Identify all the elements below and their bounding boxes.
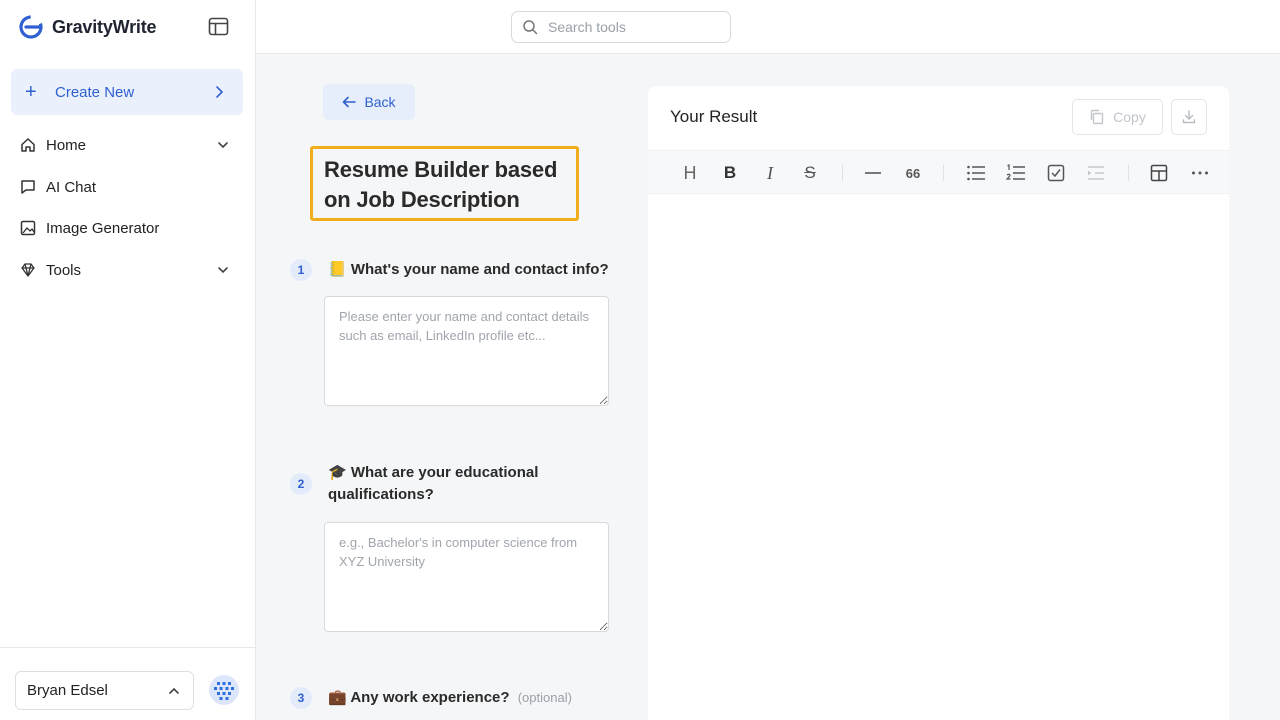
chevron-right-icon xyxy=(216,86,224,98)
strikethrough-button[interactable]: S xyxy=(798,161,822,185)
toolbar-divider xyxy=(842,165,843,181)
task-list-button[interactable] xyxy=(1044,161,1068,185)
avatar[interactable] xyxy=(209,675,239,705)
heading-button[interactable]: H xyxy=(678,161,702,185)
chevron-down-icon[interactable] xyxy=(216,138,230,152)
question-text: What are your educational qualifications… xyxy=(328,464,539,503)
quote-button[interactable]: 66 xyxy=(901,161,925,185)
sidebar-item-home[interactable]: Home xyxy=(20,130,236,160)
user-menu-button[interactable]: Bryan Edsel xyxy=(15,671,194,710)
horizontal-rule-button[interactable] xyxy=(861,161,885,185)
checkbox-icon xyxy=(1047,164,1065,182)
image-icon xyxy=(20,220,36,236)
editor-toolbar: H B I S 66 xyxy=(648,150,1229,194)
chevron-down-icon[interactable] xyxy=(216,263,230,277)
indent-icon xyxy=(1088,166,1104,180)
back-button[interactable]: Back xyxy=(323,84,415,120)
chevron-up-icon xyxy=(169,687,179,694)
bullet-list-button[interactable] xyxy=(964,161,988,185)
optional-label: (optional) xyxy=(517,690,572,705)
home-icon xyxy=(21,138,35,152)
chat-icon xyxy=(21,180,35,194)
page-title: Resume Builder based on Job Description xyxy=(310,146,579,221)
sidebar-toggle-icon[interactable] xyxy=(208,17,229,36)
back-label: Back xyxy=(364,94,396,110)
more-icon xyxy=(1192,171,1208,175)
contact-info-field[interactable] xyxy=(324,296,609,406)
notebook-icon: 📒 xyxy=(328,261,347,278)
result-title: Your Result xyxy=(670,107,758,126)
italic-button[interactable]: I xyxy=(758,161,782,185)
user-name: Bryan Edsel xyxy=(27,682,108,699)
step-number-badge: 1 xyxy=(290,259,312,281)
sidebar-item-label: Home xyxy=(46,136,87,154)
result-panel: Your Result Copy H B I S 66 xyxy=(648,86,1229,720)
sidebar-item-label: Tools xyxy=(46,261,82,279)
copy-button[interactable]: Copy xyxy=(1072,99,1163,135)
download-icon xyxy=(1182,110,1196,124)
question-label: 🎓 What are your educational qualificatio… xyxy=(328,462,588,506)
sidebar-divider xyxy=(0,647,256,648)
education-field[interactable] xyxy=(324,522,609,632)
table-icon xyxy=(1150,164,1168,182)
question-label: 📒 What's your name and contact info? xyxy=(328,259,618,281)
ordered-list-icon xyxy=(1006,164,1025,180)
top-bar xyxy=(256,0,1280,54)
gravitywrite-logo-icon xyxy=(19,15,43,39)
bold-button[interactable]: B xyxy=(718,161,742,185)
download-button[interactable] xyxy=(1171,99,1207,135)
arrow-left-icon xyxy=(343,96,357,108)
question-label: 💼 Any work experience? (optional) xyxy=(328,687,618,709)
create-new-label: Create New xyxy=(55,83,135,101)
brand-name: GravityWrite xyxy=(52,16,157,37)
brand-logo[interactable]: GravityWrite xyxy=(18,14,157,40)
search-icon xyxy=(523,20,538,35)
copy-label: Copy xyxy=(1113,109,1146,125)
copy-icon xyxy=(1090,109,1104,125)
sidebar-item-label: Image Generator xyxy=(46,219,160,237)
sidebar-item-ai-chat[interactable]: AI Chat xyxy=(20,172,236,202)
briefcase-icon: 💼 xyxy=(328,689,347,706)
table-button[interactable] xyxy=(1147,161,1171,185)
sidebar-item-label: AI Chat xyxy=(46,178,97,196)
search-input[interactable] xyxy=(548,19,708,35)
more-options-button[interactable] xyxy=(1188,161,1212,185)
sidebar-item-image-generator[interactable]: Image Generator xyxy=(20,213,236,243)
question-text: Any work experience? xyxy=(350,689,510,706)
step-number-badge: 3 xyxy=(290,687,312,709)
graduation-cap-icon: 🎓 xyxy=(328,464,347,481)
plus-icon: + xyxy=(25,81,37,103)
gem-icon xyxy=(21,263,35,277)
create-new-button[interactable]: + Create New xyxy=(11,69,243,115)
toolbar-divider xyxy=(943,165,944,181)
toolbar-divider xyxy=(1128,165,1129,181)
sidebar: GravityWrite + Create New Home AI Chat I… xyxy=(0,0,256,720)
sidebar-item-tools[interactable]: Tools xyxy=(20,255,236,285)
result-editor[interactable] xyxy=(648,194,1229,720)
step-number-badge: 2 xyxy=(290,473,312,495)
bullet-list-icon xyxy=(967,165,985,181)
question-text: What's your name and contact info? xyxy=(350,261,609,278)
horizontal-rule-icon xyxy=(865,172,881,174)
search-box[interactable] xyxy=(511,11,731,43)
indent-button[interactable] xyxy=(1084,161,1108,185)
ordered-list-button[interactable] xyxy=(1004,161,1028,185)
